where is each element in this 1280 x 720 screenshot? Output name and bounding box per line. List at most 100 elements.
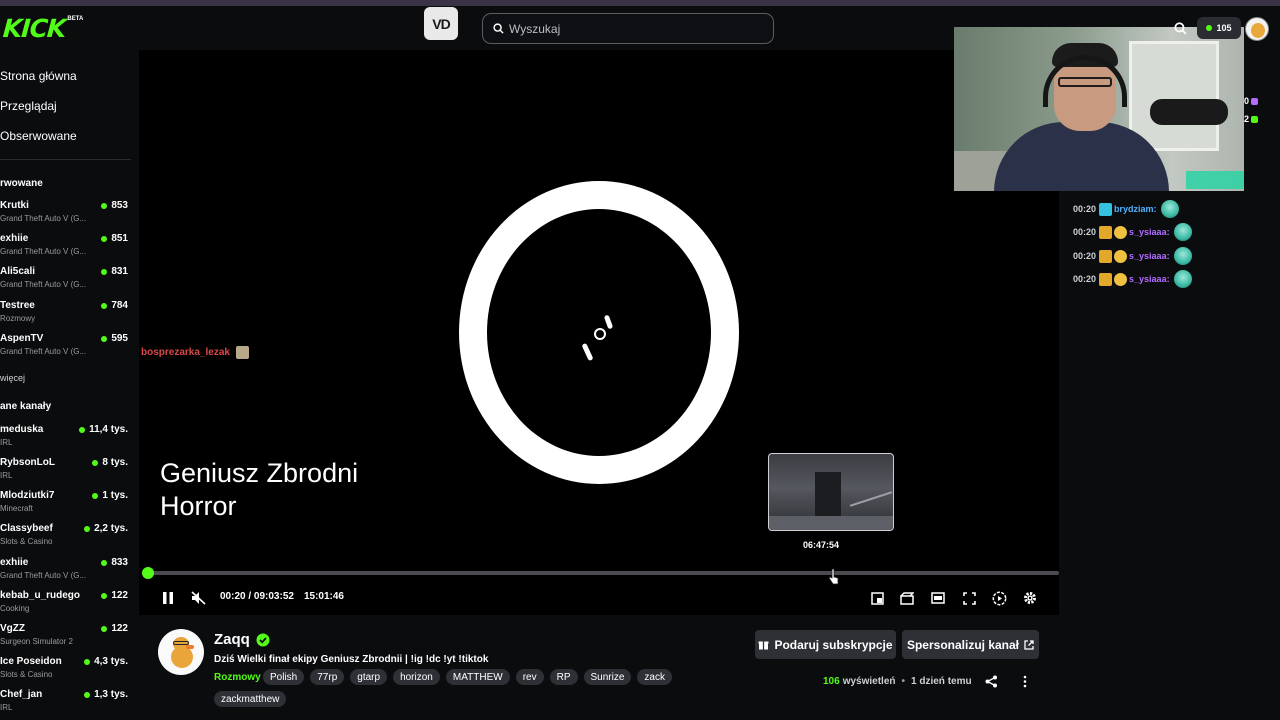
search-icon	[493, 23, 504, 34]
live-dot-icon	[101, 559, 108, 566]
pause-button[interactable]	[157, 587, 179, 609]
nav-following[interactable]: Obserwowane	[0, 129, 77, 143]
vod-extension-button[interactable]: VD	[424, 7, 458, 40]
streamer-name[interactable]: Zaqq	[214, 631, 270, 648]
counter-value: 2	[1244, 114, 1250, 124]
viewer-count: 2,2 tys.	[84, 523, 128, 534]
recommended-section-title: ane kanały	[0, 401, 52, 412]
search-bar[interactable]	[482, 13, 774, 44]
chat-username[interactable]: s_ysiaaa:	[1129, 227, 1170, 237]
channel-name: Chef_jan	[0, 689, 43, 700]
gift-button-label: Podaruj subskrypcje	[774, 637, 893, 652]
chat-username[interactable]: s_ysiaaa:	[1129, 274, 1170, 284]
channel-name: Mlodziutki7	[0, 490, 55, 501]
playback-speed-button[interactable]	[988, 587, 1010, 609]
emote-icon	[1173, 270, 1192, 288]
channel-name: kebab_u_rudego	[0, 590, 81, 601]
user-avatar[interactable]	[1245, 17, 1269, 41]
customize-channel-button[interactable]: Spersonalizuj kanał	[902, 630, 1039, 659]
clip-icon	[900, 591, 914, 605]
tag[interactable]: 77rp	[310, 669, 345, 685]
chat-timestamp: 00:20	[1073, 251, 1097, 261]
streamer-avatar[interactable]	[158, 629, 204, 675]
share-icon[interactable]	[985, 675, 998, 688]
channel-category: Grand Theft Auto V (G...	[0, 571, 87, 580]
progress-handle[interactable]	[142, 567, 154, 579]
nav-home[interactable]: Strona główna	[0, 69, 77, 83]
tag[interactable]: MATTHEW	[445, 669, 510, 685]
stream-title: Dziś Wielki finał ekipy Geniusz Zbrodnii…	[214, 654, 489, 665]
gift-subscriptions-button[interactable]: Podaruj subskrypcje	[755, 630, 896, 659]
search-icon[interactable]	[1174, 22, 1187, 35]
theater-icon	[931, 592, 945, 604]
followed-channel[interactable]: Ali5cali Grand Theft Auto V (G... 831	[0, 266, 128, 296]
tag[interactable]: horizon	[393, 669, 440, 685]
more-options-icon[interactable]	[1019, 675, 1031, 688]
tag[interactable]: rev	[515, 669, 544, 685]
viewer-count-value: 853	[111, 200, 128, 211]
channel-name: RybsonLoL	[0, 457, 55, 468]
recommended-channel[interactable]: Classybeef Slots & Casino 2,2 tys.	[0, 523, 128, 553]
webcam-light	[1186, 171, 1244, 189]
miniplayer-button[interactable]	[866, 587, 888, 609]
search-input[interactable]	[509, 21, 749, 36]
recommended-channel[interactable]: Mlodziutki7 Minecraft 1 tys.	[0, 490, 128, 520]
channel-category: IRL	[0, 703, 13, 712]
followed-channel[interactable]: Testree Rozmowy 784	[0, 300, 128, 330]
recommended-channel[interactable]: Chef_jan IRL 1,3 tys.	[0, 689, 128, 719]
recommended-channel[interactable]: VgZZ Surgeon Simulator 2 122	[0, 623, 128, 653]
tag[interactable]: gtarp	[350, 669, 388, 685]
viewer-count-value: 831	[111, 266, 128, 277]
recommended-channel[interactable]: RybsonLoL IRL 8 tys.	[0, 457, 128, 487]
gift-icon	[758, 641, 769, 650]
theater-mode-button[interactable]	[927, 587, 949, 609]
recommended-channel[interactable]: kebab_u_rudego Cooking 122	[0, 590, 128, 620]
live-dot-icon	[84, 658, 91, 665]
channel-category: Slots & Casino	[0, 537, 53, 546]
channel-category: Grand Theft Auto V (G...	[0, 280, 87, 289]
followed-channel[interactable]: exhiie Grand Theft Auto V (G... 851	[0, 233, 128, 263]
viewer-count-value: 122	[111, 623, 128, 634]
kicks-balance-badge[interactable]: 105	[1197, 17, 1241, 39]
tag[interactable]: zackmatthew	[214, 691, 287, 707]
viewer-count-value: 784	[111, 300, 128, 311]
progress-bar[interactable]	[147, 571, 1059, 575]
settings-button[interactable]	[1019, 587, 1041, 609]
kicks-balance: 105	[1216, 23, 1232, 33]
stream-overlay-alert: bosprezarka_lezak	[141, 346, 249, 359]
chat-username[interactable]: brydziam:	[1114, 204, 1157, 214]
tag[interactable]: Polish	[263, 669, 305, 685]
recommended-channel[interactable]: meduska IRL 11,4 tys.	[0, 424, 128, 454]
kick-logo[interactable]: KICK BETA	[2, 14, 83, 43]
viewer-count-value: 851	[111, 233, 128, 244]
emote-icon	[235, 346, 249, 359]
tag[interactable]: Sunrize	[583, 669, 632, 685]
nav-browse[interactable]: Przeglądaj	[0, 99, 57, 113]
volume-muted-icon	[191, 591, 206, 605]
overlay-title-line: Geniusz Zbrodni	[160, 458, 359, 488]
recommended-channel[interactable]: exhiie Grand Theft Auto V (G... 833	[0, 557, 128, 587]
tag[interactable]: RP	[549, 669, 578, 685]
category-link[interactable]: Rozmowy	[214, 672, 261, 683]
chat-username[interactable]: s_ysiaaa:	[1129, 251, 1170, 261]
video-overlay-title: Geniusz Zbrodni Horror	[160, 457, 358, 523]
recommended-channel[interactable]: Ice Poseidon Slots & Casino 4,3 tys.	[0, 656, 128, 686]
followed-channel[interactable]: AspenTV Grand Theft Auto V (G... 595	[0, 333, 128, 363]
ring-mark	[594, 328, 606, 340]
show-more-link[interactable]: więcej	[0, 373, 25, 383]
sidebar: Strona główna Przeglądaj Obserwowane rwo…	[0, 50, 138, 720]
views-label: wyświetleń	[842, 676, 896, 687]
tag[interactable]: zack	[637, 669, 672, 685]
channel-category: IRL	[0, 471, 13, 480]
video-player[interactable]: bosprezarka_lezak Geniusz Zbrodni Horror…	[139, 50, 1059, 615]
mute-button[interactable]	[188, 587, 210, 609]
duck-badge-icon	[1114, 225, 1128, 239]
channel-name: exhiie	[0, 233, 29, 244]
emote-icon	[1160, 200, 1179, 218]
clip-button[interactable]	[896, 587, 918, 609]
fullscreen-button[interactable]	[958, 587, 980, 609]
viewer-count: 833	[101, 557, 128, 568]
vod-button-label: VD	[432, 15, 450, 32]
live-dot-icon	[84, 525, 91, 532]
followed-channel[interactable]: Krutki Grand Theft Auto V (G... 853	[0, 200, 128, 230]
